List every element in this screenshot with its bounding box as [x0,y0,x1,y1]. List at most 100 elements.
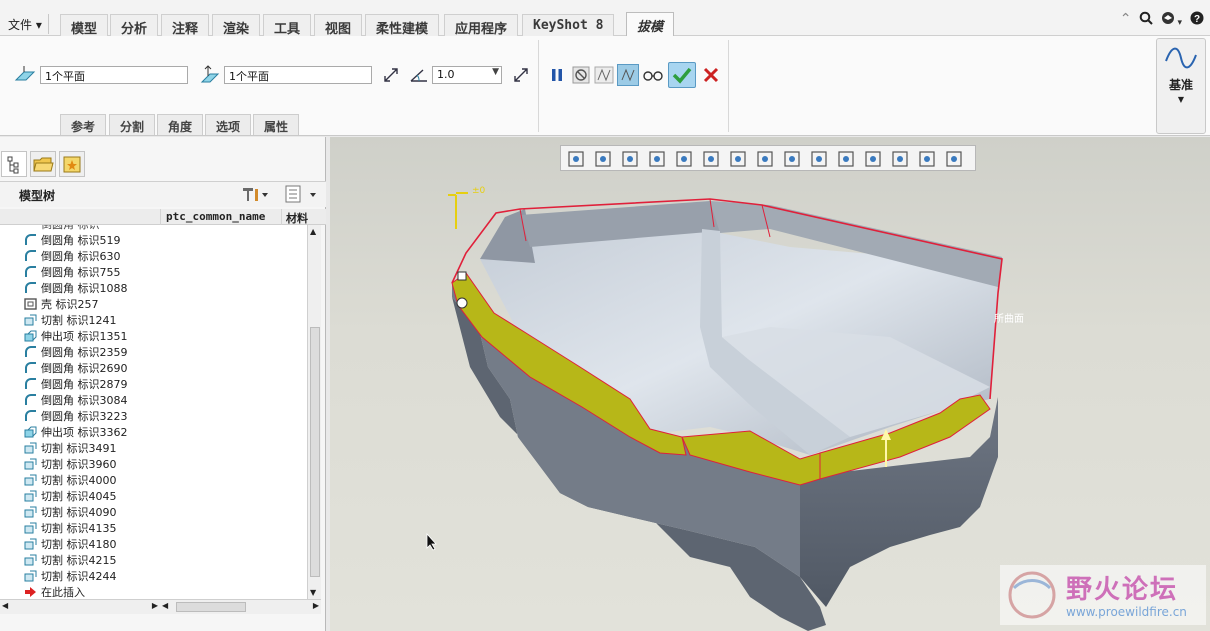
datum-button[interactable]: 基准 ▼ [1156,38,1206,134]
pause-icon[interactable] [546,64,568,86]
ribbon-separator [728,40,729,132]
subtab-angles[interactable]: 角度 [157,114,204,135]
round-icon [24,282,37,294]
model-tree-title: 模型树 [19,189,56,203]
tree-item[interactable]: 切割 标识4215 [0,553,160,569]
round-icon [24,250,37,262]
subtab-split[interactable]: 分割 [109,114,156,135]
tree-item[interactable]: 切割 标识1241 [0,313,160,329]
community-icon[interactable]: ▾ [1161,11,1182,29]
tab-annotate[interactable]: 注释 [161,14,210,37]
tree-item-label: 在此插入 [41,586,85,599]
scroll-left-icon[interactable]: ◀ [2,601,8,610]
draft-hinge-icon [14,66,36,81]
subtab-properties[interactable]: 属性 [253,114,300,135]
column-header-material[interactable]: 材料 [286,210,308,226]
tree-item[interactable]: 壳 标识257 [0,297,160,313]
verify-icon[interactable] [617,64,639,86]
tree-item[interactable]: 倒圆角 标识2359 [0,345,160,361]
tree-item[interactable]: 切割 标识4045 [0,489,160,505]
glasses-icon[interactable] [642,64,664,86]
tree-item-label: 倒圆角 标识2690 [41,362,128,375]
subtab-references[interactable]: 参考 [60,114,107,135]
tree-item[interactable]: 切割 标识3491 [0,441,160,457]
tab-label: 分析 [121,22,148,37]
tree-columns-icon[interactable] [284,185,320,206]
folder-browser-tab[interactable] [30,151,56,177]
subtab-options[interactable]: 选项 [205,114,252,135]
tree-item[interactable]: 伸出项 标识3362 [0,425,160,441]
tab-tools[interactable]: 工具 [263,14,312,37]
search-icon[interactable] [1139,11,1154,29]
tab-draft[interactable]: 拔模 [626,12,675,36]
favorites-icon [63,156,81,173]
tree-item[interactable]: 切割 标识4180 [0,537,160,553]
cut-icon [24,538,37,550]
angle-dropdown-arrow-icon[interactable]: ▼ [492,67,499,77]
preview-icon[interactable] [593,64,615,86]
favorites-tab[interactable] [59,151,85,177]
tab-analysis[interactable]: 分析 [110,14,159,37]
round-icon [24,346,37,358]
horizontal-scroll-thumb[interactable] [176,602,246,612]
navigator-panel: 模型树 ptc_common_name 材料 倒圆角 标识 倒圆角 标识519倒… [0,137,326,631]
tree-item-label: 倒圆角 标识3223 [41,410,128,423]
tree-item[interactable]: 切割 标识4135 [0,521,160,537]
tab-view[interactable]: 视图 [314,14,363,37]
tab-model[interactable]: 模型 [60,14,109,37]
tree-item[interactable]: 倒圆角 标识2879 [0,377,160,393]
cut-icon [24,442,37,454]
drag-handle-square[interactable] [457,271,467,281]
tab-applications[interactable]: 应用程序 [444,14,519,37]
tree-item[interactable]: 切割 标识4000 [0,473,160,489]
tree-item[interactable]: 切割 标识3960 [0,457,160,473]
tab-keyshot[interactable]: KeyShot 8 [522,14,615,36]
draft-angle-field[interactable]: 1.0 ▼ [432,66,502,84]
drag-handle-circle[interactable] [456,297,468,309]
no-preview-icon[interactable] [570,64,592,86]
draft-hinges-field[interactable]: 1个平面 [40,66,188,84]
tree-scroll-thumb[interactable] [310,327,320,577]
help-icon[interactable]: ? [1190,11,1204,29]
flip-pull-direction-icon[interactable] [380,64,402,86]
tree-item[interactable]: 倒圆角 标识755 [0,265,160,281]
round-icon [24,362,37,374]
tree-item[interactable]: 倒圆角 标识519 [0,233,160,249]
part-model[interactable]: ±0 所曲面 [330,137,1210,631]
angle-handle[interactable] [448,192,468,229]
tree-item[interactable]: 切割 标识4244 [0,569,160,585]
confirm-button[interactable] [668,62,696,88]
column-header-name[interactable]: ptc_common_name [166,210,265,223]
tree-settings-icon[interactable] [240,185,270,206]
tree-vertical-scrollbar[interactable]: ▲ ▼ [307,225,321,599]
tree-horizontal-scrollbar-right[interactable]: ◀ ▶ [160,599,321,614]
collapse-ribbon-icon[interactable]: ⌃ [1120,11,1132,29]
cancel-button[interactable] [700,64,722,86]
ribbon-separator [538,40,539,132]
scroll-up-icon[interactable]: ▲ [310,227,316,236]
tree-item[interactable]: 倒圆角 标识3084 [0,393,160,409]
tree-item[interactable]: 倒圆角 标识1088 [0,281,160,297]
model-tree-tab[interactable] [1,151,27,177]
tree-item[interactable]: 伸出项 标识1351 [0,329,160,345]
tree-item[interactable]: 切割 标识4090 [0,505,160,521]
flip-angle-icon[interactable] [510,64,532,86]
graphics-window[interactable]: ±0 所曲面 野火论坛 www.proewildfire.cn [330,137,1210,631]
scroll-down-icon[interactable]: ▼ [310,588,316,597]
tree-item[interactable]: 在此插入 [0,585,160,599]
file-menu[interactable]: 文件 ▾ [2,14,49,34]
scroll-right-icon[interactable]: ▶ [152,601,158,610]
round-icon [24,225,37,230]
tree-item-label: 伸出项 标识1351 [41,330,128,343]
tree-horizontal-scrollbar-left[interactable]: ◀ ▶ [0,599,160,614]
tab-render[interactable]: 渲染 [212,14,261,37]
tree-item[interactable]: 倒圆角 标识3223 [0,409,160,425]
tree-item[interactable]: 倒圆角 标识630 [0,249,160,265]
tab-flexible-modeling[interactable]: 柔性建模 [365,14,440,37]
scroll-left-icon[interactable]: ◀ [162,601,168,610]
cut-icon [24,314,37,326]
tree-item-label: 切割 标识4244 [41,570,117,583]
tree-item[interactable]: 倒圆角 标识2690 [0,361,160,377]
scroll-right-icon[interactable]: ▶ [313,601,319,610]
pull-direction-field[interactable]: 1个平面 [224,66,372,84]
